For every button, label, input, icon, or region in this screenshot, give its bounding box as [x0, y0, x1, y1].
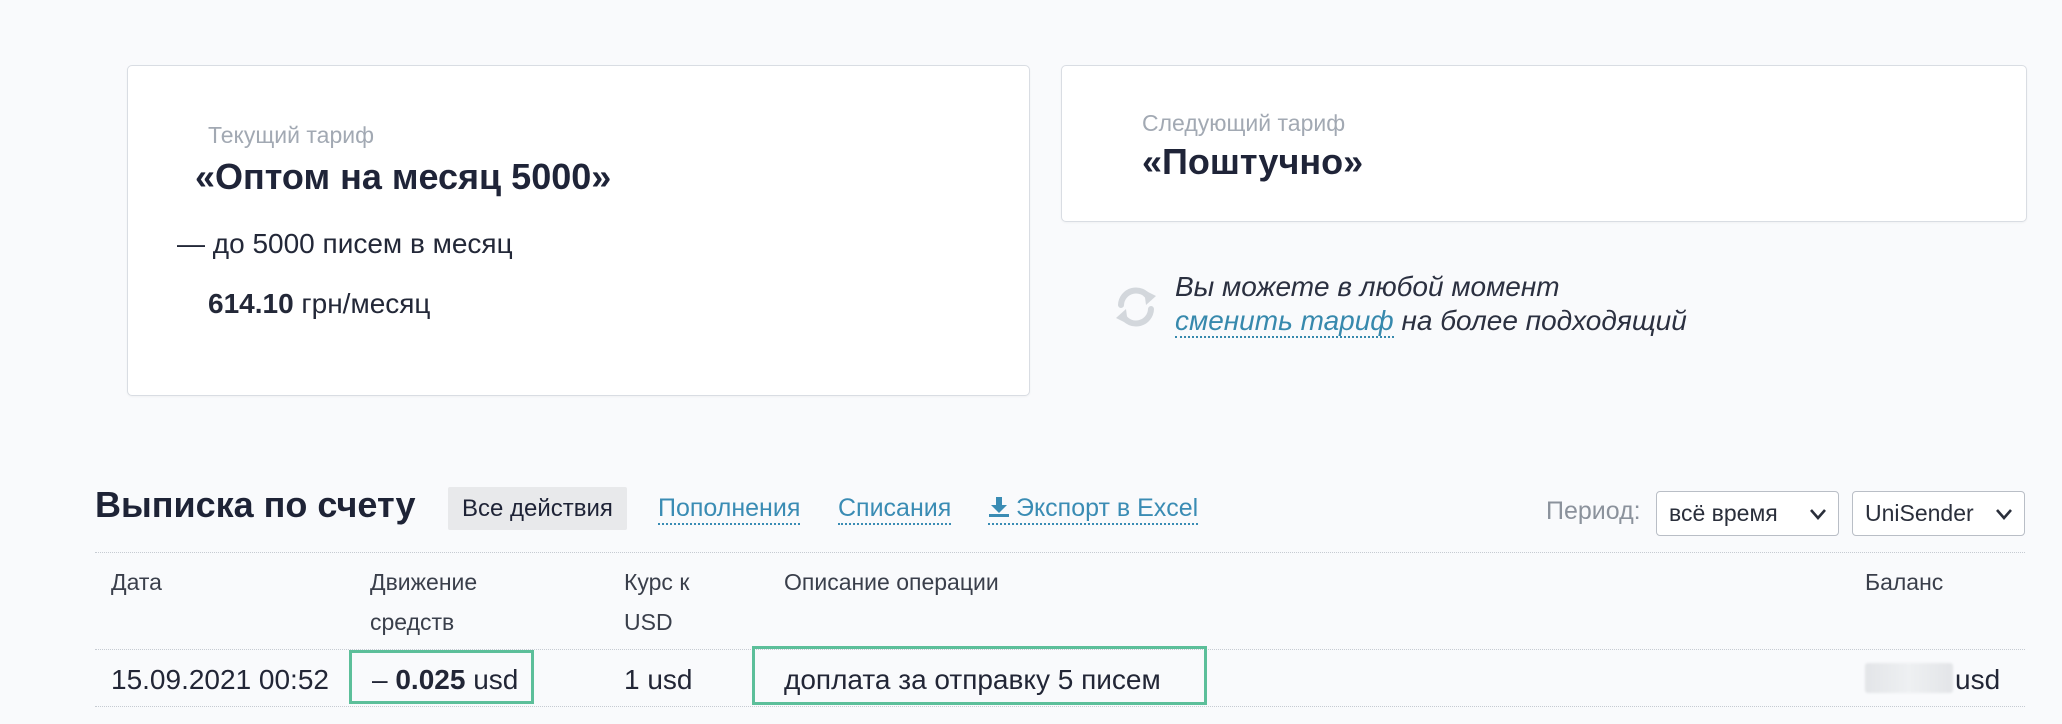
- refresh-icon: [1116, 287, 1156, 327]
- row-rate: 1 usd: [624, 664, 693, 695]
- column-header-movement: Движение средств: [370, 562, 477, 642]
- account-select-value: UniSender: [1865, 500, 1974, 526]
- column-header-description: Описание операции: [784, 569, 999, 595]
- current-tariff-limit: — до 5000 писем в месяц: [177, 228, 513, 259]
- column-header-date: Дата: [111, 569, 162, 595]
- download-icon: [989, 497, 1009, 517]
- filter-deposits-link[interactable]: Пополнения: [658, 493, 801, 525]
- change-tariff-hint: Вы можете в любой момент сменить тариф н…: [1113, 270, 2013, 350]
- column-header-balance: Баланс: [1865, 569, 1944, 595]
- chevron-down-icon: [1996, 509, 2012, 520]
- period-select[interactable]: всё время: [1656, 491, 1839, 536]
- row-movement-amount: 0.025: [395, 664, 466, 695]
- account-select[interactable]: UniSender: [1852, 491, 2025, 536]
- current-tariff-price-unit: грн/месяц: [301, 288, 431, 319]
- column-header-rate-line1: Курс к: [624, 569, 690, 595]
- current-tariff-caption: Текущий тариф: [208, 122, 375, 148]
- row-description: доплата за отправку 5 писем: [784, 664, 1161, 695]
- blurred-balance-value: [1865, 663, 1953, 693]
- export-excel-link[interactable]: Экспорт в Excel: [988, 493, 1199, 525]
- filter-all-actions[interactable]: Все действия: [448, 487, 627, 530]
- row-movement-sign: –: [372, 664, 396, 695]
- hint-line1: Вы можете в любой момент: [1175, 271, 1560, 302]
- table-bottom-divider: [95, 706, 2025, 707]
- next-tariff-caption: Следующий тариф: [1142, 110, 1346, 136]
- next-tariff-card: Следующий тариф «Поштучно»: [1061, 65, 2027, 222]
- period-select-value: всё время: [1669, 500, 1778, 526]
- column-header-rate: Курс к USD: [624, 562, 689, 642]
- row-balance-unit: usd: [1955, 664, 2001, 695]
- export-excel-label: Экспорт в Excel: [1016, 494, 1199, 522]
- row-date: 15.09.2021 00:52: [111, 664, 329, 695]
- filter-charges-link[interactable]: Списания: [838, 493, 952, 525]
- column-header-movement-line2: средств: [370, 609, 455, 635]
- current-tariff-price-value: 614.10: [208, 288, 294, 319]
- row-movement: – 0.025 usd: [372, 658, 518, 702]
- hint-text: Вы можете в любой момент сменить тариф н…: [1175, 270, 1687, 338]
- current-tariff-price: 614.10 грн/месяц: [208, 288, 430, 320]
- hint-line2: на более подходящий: [1393, 305, 1687, 336]
- current-tariff-card: Текущий тариф «Оптом на месяц 5000» — до…: [127, 65, 1030, 396]
- statement-table: Дата Движение средств Курс к USD Описани…: [95, 552, 2025, 708]
- current-tariff-name: «Оптом на месяц 5000»: [195, 156, 612, 197]
- row-balance: usd: [1865, 658, 2000, 702]
- column-header-rate-line2: USD: [624, 609, 673, 635]
- statement-title: Выписка по счету: [95, 484, 416, 525]
- next-tariff-name: «Поштучно»: [1142, 141, 1364, 182]
- chevron-down-icon: [1810, 509, 1826, 520]
- column-header-movement-line1: Движение: [370, 569, 478, 595]
- row-movement-unit: usd: [465, 664, 519, 695]
- table-top-divider: [95, 552, 2025, 553]
- change-tariff-link[interactable]: сменить тариф: [1175, 305, 1394, 338]
- period-label: Период:: [1546, 497, 1641, 525]
